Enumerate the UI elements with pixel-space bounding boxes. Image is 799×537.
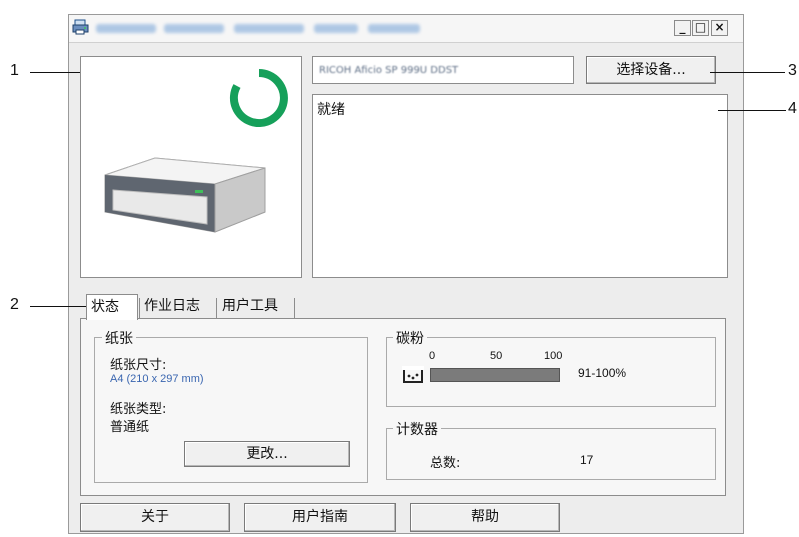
- callout-1-line: [30, 72, 80, 73]
- window-title-redacted: [164, 24, 224, 33]
- tab-status[interactable]: 状态: [86, 294, 138, 320]
- window-title-redacted: [314, 24, 358, 33]
- tab-divider: [294, 298, 295, 318]
- window-title-redacted: [234, 24, 304, 33]
- tab-divider: [216, 298, 217, 318]
- window-title-redacted: [96, 24, 156, 33]
- paper-size-label: 纸张尺寸:: [110, 358, 167, 373]
- select-device-button[interactable]: 选择设备...: [586, 56, 716, 84]
- paper-size-value: A4 (210 x 297 mm): [110, 373, 204, 385]
- device-name-field: RICOH Aficio SP 999U DDST: [312, 56, 574, 84]
- user-guide-button[interactable]: 用户指南: [244, 503, 396, 532]
- maximize-button[interactable]: □: [692, 20, 709, 36]
- status-message-area: 就绪: [312, 94, 728, 278]
- callout-4-line: [718, 110, 786, 111]
- callout-3: 3: [788, 62, 797, 79]
- paper-type-label: 纸张类型:: [110, 402, 167, 417]
- status-message: 就绪: [317, 102, 345, 118]
- change-paper-button[interactable]: 更改...: [184, 441, 350, 467]
- about-button[interactable]: 关于: [80, 503, 230, 532]
- toner-scale-50: 50: [490, 350, 503, 362]
- counter-total-label: 总数:: [430, 456, 461, 471]
- loading-spinner-icon: [229, 69, 288, 127]
- paper-group-label: 纸张: [102, 328, 136, 348]
- close-button[interactable]: ×: [711, 20, 728, 36]
- counter-group-label: 计数器: [393, 419, 441, 439]
- window-title-redacted: [368, 24, 420, 33]
- toner-scale-0: 0: [429, 350, 436, 362]
- minimize-button[interactable]: _: [674, 20, 691, 36]
- callout-2-line: [30, 306, 92, 307]
- toner-icon: [402, 366, 424, 383]
- tab-user-tools[interactable]: 用户工具: [218, 294, 282, 318]
- toner-level-fill: [431, 369, 559, 381]
- callout-1: 1: [10, 62, 19, 79]
- callout-3-line: [710, 72, 785, 73]
- paper-type-value: 普通纸: [110, 420, 150, 435]
- printer-image: [104, 157, 266, 233]
- help-button[interactable]: 帮助: [410, 503, 560, 532]
- device-name-text: RICOH Aficio SP 999U DDST: [319, 65, 459, 76]
- counter-total-value: 17: [580, 453, 594, 467]
- toner-level-text: 91-100%: [578, 366, 627, 380]
- toner-scale-100: 100: [544, 350, 563, 362]
- tab-job-log[interactable]: 作业日志: [140, 294, 204, 318]
- callout-4: 4: [788, 100, 797, 117]
- toner-level-bar: [430, 368, 560, 382]
- printer-app-icon: [72, 19, 89, 35]
- callout-2: 2: [10, 296, 19, 313]
- toner-group-label: 碳粉: [393, 328, 427, 348]
